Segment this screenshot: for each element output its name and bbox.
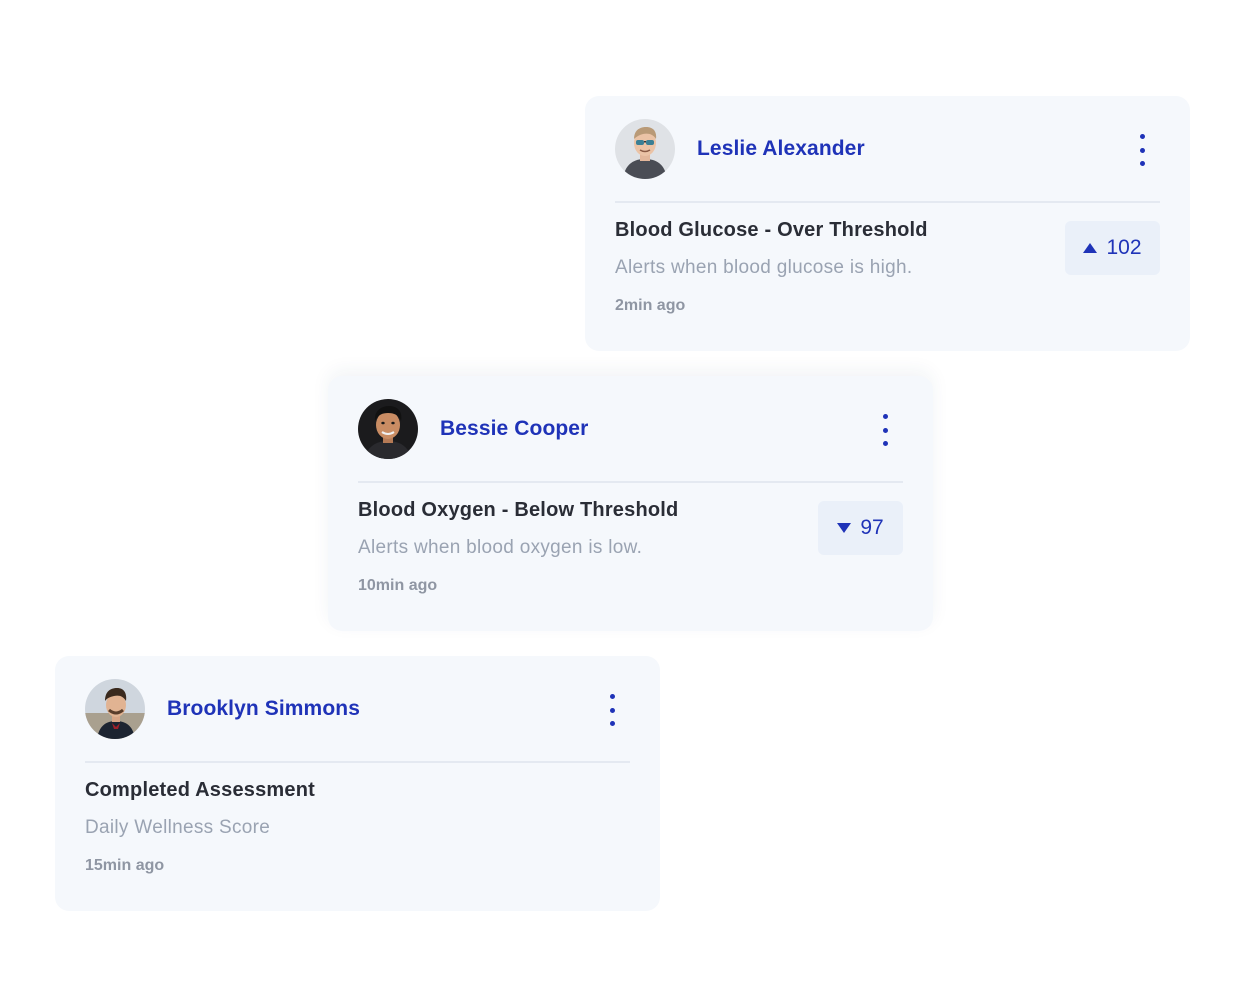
card-body: Completed Assessment Daily Wellness Scor… (85, 763, 630, 877)
value-label: 97 (860, 516, 884, 539)
dot (1139, 147, 1145, 153)
alert-description: Daily Wellness Score (85, 817, 271, 838)
notification-card[interactable]: Leslie Alexander Blood Glucose - Over Th… (585, 96, 1190, 351)
dot (609, 721, 615, 726)
user-avatar[interactable] (358, 398, 418, 459)
user-avatar-icon (358, 398, 418, 459)
user-name[interactable]: Leslie Alexander (697, 137, 865, 161)
notification-card[interactable]: Brooklyn Simmons Completed Assessment Da… (55, 656, 660, 911)
user-avatar-icon (615, 118, 675, 179)
card-body: Blood Oxygen - Below Threshold Alerts wh… (358, 483, 903, 597)
user-name[interactable]: Bessie Cooper (440, 417, 588, 441)
user-avatar[interactable] (615, 118, 675, 179)
more-vertical-icon[interactable] (1132, 134, 1152, 166)
value-label: 102 (1106, 236, 1142, 259)
dot (882, 414, 888, 419)
card-header: Leslie Alexander (615, 96, 1160, 203)
dot (882, 441, 888, 446)
triangle-up-icon (1083, 243, 1098, 253)
dot (1139, 161, 1145, 166)
alert-time: 15min ago (85, 857, 165, 874)
alert-time: 2min ago (615, 297, 686, 314)
card-header: Bessie Cooper (358, 376, 903, 483)
user-avatar-icon (85, 678, 145, 739)
alert-time: 10min ago (358, 577, 438, 594)
card-header: Brooklyn Simmons (85, 656, 630, 763)
notification-card[interactable]: Bessie Cooper Blood Oxygen - Below Thres… (328, 376, 933, 631)
user-avatar[interactable] (85, 678, 145, 739)
more-vertical-icon[interactable] (602, 694, 622, 726)
triangle-down-icon (837, 523, 852, 533)
card-body: Blood Glucose - Over Threshold Alerts wh… (615, 203, 1160, 317)
alert-title: Completed Assessment (85, 779, 315, 801)
user-name[interactable]: Brooklyn Simmons (167, 697, 360, 721)
value-badge: 102 (1065, 221, 1160, 275)
value-badge: 97 (818, 501, 903, 555)
dot (609, 694, 615, 699)
dot (609, 707, 615, 713)
more-vertical-icon[interactable] (875, 414, 895, 446)
dot (1139, 134, 1145, 139)
dot (882, 427, 888, 433)
